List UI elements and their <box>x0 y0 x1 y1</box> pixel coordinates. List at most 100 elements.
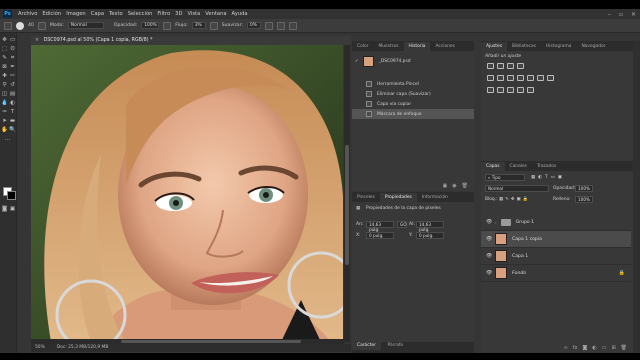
airbrush-icon[interactable] <box>209 21 218 30</box>
y-field[interactable]: 0 pulg. <box>416 232 444 239</box>
new-layer-icon[interactable]: ⊞ <box>611 345 615 351</box>
document-tab[interactable]: × DSC0974.psd al 50% (Capa 1 copia, RGB/… <box>31 36 351 45</box>
tab-libraries[interactable]: Bibliotecas <box>507 42 541 51</box>
layer-style-icon[interactable]: fx <box>573 345 578 351</box>
tab-adjustments[interactable]: Ajustes <box>481 42 508 51</box>
canvas-vertical-scrollbar[interactable] <box>344 45 350 342</box>
dodge-tool-icon[interactable]: ◐ <box>9 100 16 107</box>
menu-imagen[interactable]: Imagen <box>66 11 86 17</box>
snapshot-source-icon[interactable]: ✓ <box>355 59 359 64</box>
height-field[interactable]: 14,63 pulg. <box>416 221 444 232</box>
levels-icon[interactable] <box>497 63 504 69</box>
layer-name[interactable]: Capa 1 <box>512 254 528 259</box>
eyedropper-tool-icon[interactable]: ✒ <box>9 64 16 71</box>
artboard-tool-icon[interactable]: ▭ <box>9 37 16 44</box>
close-icon[interactable]: ✕ <box>631 11 636 18</box>
layer-name[interactable]: Fondo <box>512 271 526 276</box>
screen-mode-icon[interactable]: ▣ <box>9 206 16 213</box>
zoom-level[interactable]: 50% <box>35 345 45 351</box>
layer-row[interactable]: 👁 › Grupo 1 <box>481 214 631 231</box>
hand-tool-icon[interactable]: ✋ <box>1 127 8 134</box>
layer-filter-icons[interactable]: ▦◐T▭▣ <box>531 175 565 180</box>
menu-texto[interactable]: Texto <box>109 11 123 17</box>
history-snapshot[interactable]: ✓ _DSC0974.psd <box>352 53 474 69</box>
menu-filtro[interactable]: Filtro <box>157 11 170 17</box>
brightness-contrast-icon[interactable] <box>487 63 494 69</box>
opacity-field[interactable]: 100% <box>141 22 160 29</box>
new-document-from-state-icon[interactable]: ▣ <box>443 183 448 189</box>
menu-3d[interactable]: 3D <box>175 11 182 17</box>
move-tool-icon[interactable]: ✥ <box>1 37 8 44</box>
menu-archivo[interactable]: Archivo <box>18 11 37 17</box>
layer-opacity-field[interactable]: 100% <box>575 185 593 192</box>
menu-edicion[interactable]: Edición <box>42 11 61 17</box>
chevron-right-icon[interactable]: › <box>495 220 497 225</box>
gradient-map-icon[interactable] <box>517 87 524 93</box>
layer-row[interactable]: 👁 Capa 1 <box>481 248 631 265</box>
document-canvas[interactable] <box>31 45 343 342</box>
eye-icon[interactable]: 👁 <box>486 219 492 225</box>
tab-swatches[interactable]: Muestras <box>373 42 403 51</box>
tab-character[interactable]: Carácter <box>352 341 381 350</box>
minimize-icon[interactable]: – <box>608 11 611 18</box>
tab-navigator[interactable]: Navegador <box>576 42 610 51</box>
more-tools-icon[interactable]: … <box>4 136 11 143</box>
fill-field[interactable]: 100% <box>575 196 593 203</box>
x-field[interactable]: 0 pulg. <box>366 232 394 239</box>
menu-vista[interactable]: Vista <box>187 11 200 17</box>
symmetry-icon[interactable] <box>288 21 297 30</box>
brush-tool-icon[interactable]: ✏ <box>9 73 16 80</box>
tab-properties[interactable]: Propiedades <box>379 193 417 202</box>
brush-preview-icon[interactable] <box>16 21 24 30</box>
marquee-tool-icon[interactable]: ⬚ <box>1 46 8 53</box>
tab-history[interactable]: Historia <box>403 42 431 51</box>
history-brush-tool-icon[interactable]: ↺ <box>9 82 16 89</box>
crop-tool-icon[interactable]: ⌗ <box>9 55 16 62</box>
link-layers-icon[interactable]: ∞ <box>564 345 568 351</box>
mode-select[interactable]: Normal <box>67 22 104 29</box>
tab-color[interactable]: Color <box>352 42 373 51</box>
path-select-tool-icon[interactable]: ➤ <box>1 118 8 125</box>
new-snapshot-icon[interactable]: ◉ <box>452 183 456 189</box>
hue-saturation-icon[interactable] <box>497 75 504 81</box>
pressure-size-icon[interactable] <box>276 21 285 30</box>
clone-stamp-tool-icon[interactable]: ⚲ <box>1 82 8 89</box>
shape-tool-icon[interactable]: ▬ <box>9 118 16 125</box>
blur-tool-icon[interactable]: 💧 <box>1 100 8 107</box>
menu-ayuda[interactable]: Ayuda <box>232 11 248 17</box>
exposure-icon[interactable] <box>517 63 524 69</box>
invert-icon[interactable] <box>487 87 494 93</box>
black-white-icon[interactable] <box>517 75 524 81</box>
tab-channels[interactable]: Canales <box>505 162 532 171</box>
quick-mask-icon[interactable]: ◙ <box>1 206 8 213</box>
eraser-tool-icon[interactable]: ◫ <box>1 91 8 98</box>
smoothing-field[interactable]: 0% <box>246 22 261 29</box>
delete-state-icon[interactable]: 🗑 <box>462 183 468 189</box>
close-tab-icon[interactable]: × <box>35 38 39 43</box>
frame-tool-icon[interactable]: ⊠ <box>1 64 8 71</box>
smoothing-options-icon[interactable] <box>264 21 273 30</box>
tab-paths[interactable]: Trazados <box>532 162 561 171</box>
new-group-icon[interactable]: ▭ <box>602 345 607 351</box>
color-lookup-icon[interactable] <box>547 75 554 81</box>
eye-icon[interactable]: 👁 <box>486 236 492 242</box>
tab-paragraph[interactable]: Párrafo <box>383 341 409 350</box>
threshold-icon[interactable] <box>507 87 514 93</box>
layer-name[interactable]: Capa 1 copia <box>512 237 542 242</box>
layer-filter-select[interactable]: ⌕ Tipo <box>485 174 525 181</box>
pen-tool-icon[interactable]: ✑ <box>1 109 8 116</box>
maximize-icon[interactable]: ▫ <box>619 11 623 18</box>
menu-seleccion[interactable]: Selección <box>128 11 153 17</box>
eye-icon[interactable]: 👁 <box>486 253 492 259</box>
layer-row[interactable]: 👁 Fondo 🔒 <box>481 265 631 282</box>
layer-name[interactable]: Grupo 1 <box>516 220 534 225</box>
tab-histogram[interactable]: Histograma <box>541 42 576 51</box>
history-step[interactable]: Capa vía copiar <box>352 99 474 109</box>
blend-mode-select[interactable]: Normal <box>485 185 549 192</box>
curves-icon[interactable] <box>507 63 514 69</box>
menu-ventana[interactable]: Ventana <box>205 11 226 17</box>
brush-settings-icon[interactable] <box>37 21 46 30</box>
healing-brush-tool-icon[interactable]: ✚ <box>1 73 8 80</box>
tab-info[interactable]: Información <box>417 193 453 202</box>
link-dimensions-toggle[interactable]: GO <box>397 221 407 228</box>
